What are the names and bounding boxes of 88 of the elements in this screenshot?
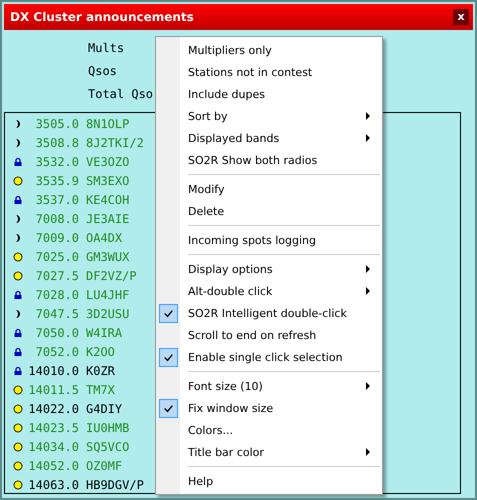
spot-callsign: JE3AIE (86, 212, 130, 226)
checkmark-icon (159, 398, 178, 418)
lock-icon (13, 156, 23, 166)
spot-frequency: 3532.0 (34, 154, 79, 168)
spot-callsign: K2OO (86, 344, 115, 358)
checkmark-icon (159, 304, 178, 322)
checkmark-icon (159, 348, 178, 366)
circle-icon (13, 422, 23, 432)
spot-frequency: 3505.0 (34, 116, 79, 130)
spot-frequency: 7028.0 (34, 288, 79, 302)
spot-frequency: 14023.5 (27, 420, 79, 434)
spot-callsign: SQ5VCO (86, 440, 130, 454)
spot-frequency: 3508.8 (34, 136, 79, 150)
circle-icon (13, 442, 23, 452)
menu-item[interactable]: Help (156, 470, 382, 492)
window-title: DX Cluster announcements (10, 10, 194, 24)
spot-callsign: 8J2TKI/2 (86, 136, 144, 150)
submenu-arrow-icon (366, 287, 370, 295)
submenu-arrow-icon (366, 112, 370, 120)
spot-callsign: GM3WUX (86, 250, 130, 264)
spot-callsign: K0ZR (86, 364, 115, 378)
menu-item[interactable]: Modify (156, 178, 382, 200)
lock-icon (13, 194, 23, 204)
submenu-arrow-icon (366, 134, 370, 142)
menu-item[interactable]: SO2R Intelligent double-click (156, 302, 382, 324)
spot-frequency: 14022.0 (27, 402, 79, 416)
spot-callsign: LU4JHF (86, 288, 130, 302)
spot-frequency: 14010.0 (27, 364, 79, 378)
spot-callsign: SM3EXO (86, 174, 130, 188)
spot-callsign: HB9DGV/P (86, 478, 144, 492)
lock-icon (13, 346, 23, 356)
lock-icon (13, 290, 23, 300)
menu-item[interactable]: Display options (156, 258, 382, 280)
spot-callsign: 8N1OLP (86, 116, 130, 130)
spot-callsign: KE4COH (86, 192, 130, 206)
close-button[interactable]: x (453, 9, 469, 25)
menu-item[interactable]: Displayed bands (156, 127, 382, 149)
spot-callsign: TM7X (86, 382, 115, 396)
circle-icon (13, 384, 23, 394)
menu-item[interactable]: Scroll to end on refresh (156, 324, 382, 346)
summary-label: Mults (88, 40, 124, 57)
spot-frequency: 7050.0 (34, 326, 79, 340)
spot-frequency: 14011.5 (27, 382, 79, 396)
menu-item[interactable]: Enable single click selection (156, 346, 382, 368)
spot-frequency: 3537.0 (34, 192, 79, 206)
submenu-arrow-icon (366, 448, 370, 456)
spot-frequency: 14034.0 (27, 440, 79, 454)
menu-item[interactable]: Incoming spots logging (156, 229, 382, 251)
circle-icon (13, 176, 23, 186)
lock-icon (13, 328, 23, 338)
circle-icon (13, 480, 23, 490)
spot-callsign: DF2VZ/P (86, 268, 137, 282)
menu-item[interactable]: Sort by (156, 105, 382, 127)
spot-frequency: 7027.5 (34, 268, 79, 282)
submenu-arrow-icon (366, 265, 370, 273)
spot-frequency: 3535.9 (34, 174, 79, 188)
menu-item[interactable]: Colors... (156, 419, 382, 441)
menu-item[interactable]: Alt-double click (156, 280, 382, 302)
menu-item[interactable]: Title bar color (156, 441, 382, 463)
spot-callsign: 3D2USU (86, 306, 130, 320)
spot-callsign: VE3OZO (86, 154, 130, 168)
spot-callsign: OA4DX (86, 230, 122, 244)
circle-icon (13, 252, 23, 262)
circle-icon (13, 270, 23, 280)
spot-frequency: 7047.5 (34, 306, 79, 320)
spot-frequency: 7008.0 (34, 212, 79, 226)
spot-callsign: IU0HMB (86, 420, 130, 434)
menu-item[interactable]: Include dupes (156, 83, 382, 105)
menu-item[interactable]: Font size (10) (156, 375, 382, 397)
spot-callsign: W4IRA (86, 326, 122, 340)
submenu-arrow-icon (366, 382, 370, 390)
spot-frequency: 7052.0 (34, 344, 79, 358)
summary-label: Total Qso (88, 86, 154, 103)
spot-frequency: 7025.0 (34, 250, 79, 264)
menu-item[interactable]: Stations not in contest (156, 61, 382, 83)
spot-callsign: G4DIY (86, 402, 122, 416)
menu-item[interactable]: Multipliers only (156, 39, 382, 61)
spot-frequency: 14063.0 (27, 478, 79, 492)
menu-item[interactable]: SO2R Show both radios (156, 149, 382, 171)
spot-frequency: 7009.0 (34, 230, 79, 244)
spot-callsign: OZ0MF (86, 458, 122, 472)
spot-frequency: 14052.0 (27, 458, 79, 472)
circle-icon (13, 404, 23, 414)
circle-icon (13, 460, 23, 470)
menu-item[interactable]: Fix window size (156, 397, 382, 419)
menu-item[interactable]: Delete (156, 200, 382, 222)
summary-label: Qsos (88, 63, 117, 80)
lock-icon (13, 366, 23, 376)
